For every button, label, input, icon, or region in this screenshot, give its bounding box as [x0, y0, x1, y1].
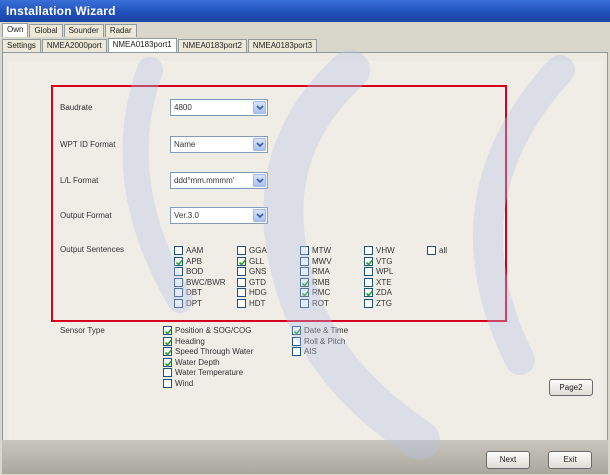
- sensor-type-label: Sensor Type: [60, 326, 105, 335]
- tab-nmea0183port1[interactable]: NMEA0183port1: [107, 38, 177, 52]
- checkbox-roll-pitch[interactable]: [292, 336, 301, 346]
- checkbox-water-temperature[interactable]: [163, 368, 172, 377]
- top-tab-strip: Own Global Sounder Radar: [2, 23, 138, 37]
- tab-nmea0183port2[interactable]: NMEA0183port2: [177, 39, 247, 52]
- checkbox-ais[interactable]: [292, 347, 301, 356]
- tab-sounder[interactable]: Sounder: [63, 24, 104, 37]
- checkbox-label: Water Depth: [175, 357, 220, 367]
- tab-nmea2000port[interactable]: NMEA2000port: [41, 39, 107, 52]
- checkbox-label: Position & SOG/COG: [175, 326, 252, 335]
- checkbox-label: Water Temperature: [175, 368, 244, 377]
- exit-button[interactable]: Exit: [548, 451, 592, 469]
- tab-own[interactable]: Own: [2, 23, 29, 37]
- checkbox-water-depth[interactable]: [163, 357, 173, 367]
- highlight-frame: [51, 85, 507, 322]
- checkbox-label: Heading: [175, 336, 205, 346]
- checkbox-label: Date & Time: [304, 326, 349, 335]
- checkbox-date-time[interactable]: [292, 326, 302, 335]
- sub-tab-strip: Settings NMEA2000port NMEA0183port1 NMEA…: [2, 38, 318, 52]
- checkbox-heading[interactable]: [163, 336, 173, 346]
- checkbox-label: Roll & Pitch: [304, 336, 346, 346]
- checkbox-label: AIS: [304, 347, 317, 356]
- tab-nmea0183port3[interactable]: NMEA0183port3: [247, 39, 318, 52]
- page2-button[interactable]: Page2: [549, 379, 593, 396]
- checkbox-position-sog-cog[interactable]: [163, 326, 173, 335]
- checkbox-label: Speed Through Water: [175, 347, 254, 356]
- next-button[interactable]: Next: [486, 451, 530, 469]
- window-title: Installation Wizard: [0, 0, 610, 22]
- checkbox-wind[interactable]: [163, 378, 172, 388]
- tab-global[interactable]: Global: [29, 24, 63, 37]
- checkbox-label: Wind: [175, 378, 194, 388]
- checkbox-speed-through-water[interactable]: [163, 347, 173, 356]
- tab-settings[interactable]: Settings: [2, 39, 41, 52]
- tab-radar[interactable]: Radar: [104, 24, 137, 37]
